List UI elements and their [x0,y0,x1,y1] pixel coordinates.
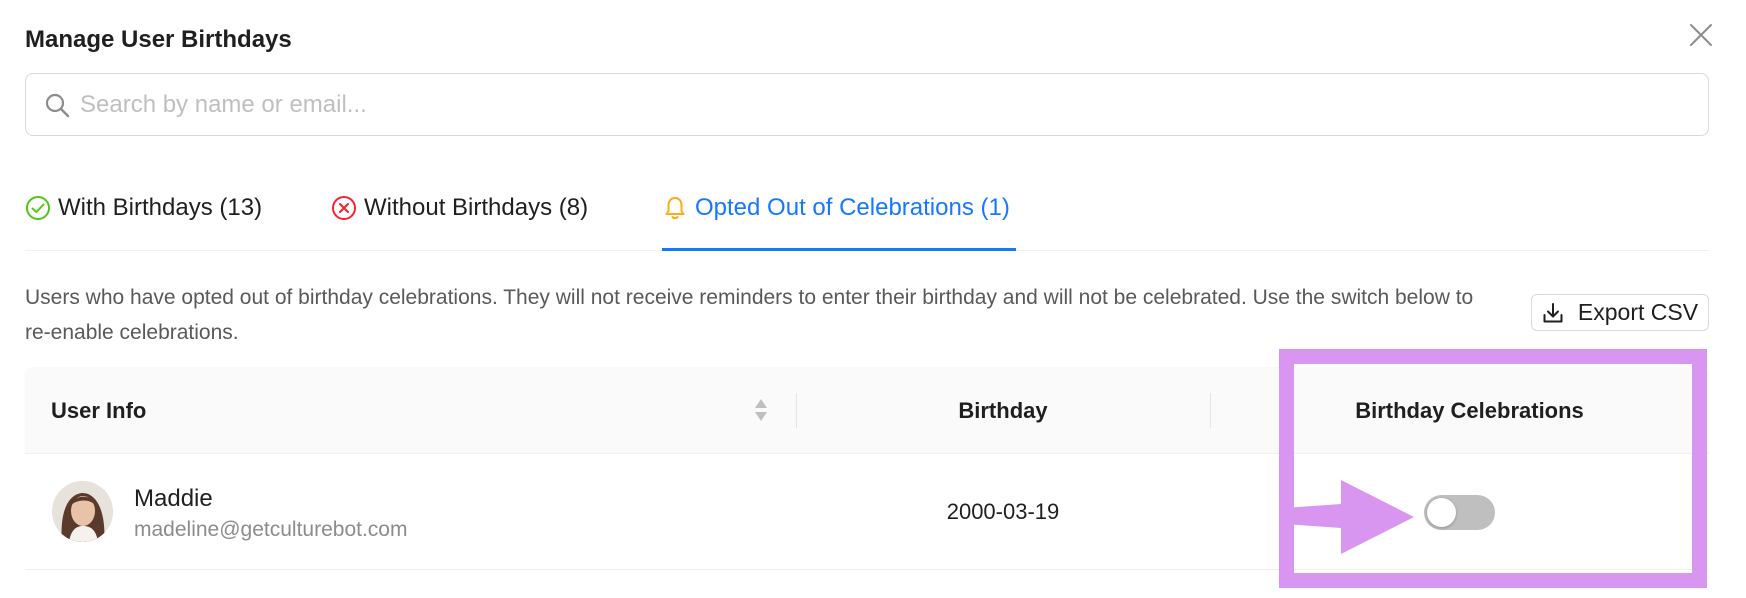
toggle-knob [1427,498,1456,527]
celebrations-toggle[interactable] [1424,495,1495,530]
tab-label: Without Birthdays (8) [364,194,589,221]
column-header-birthday: Birthday [958,397,1048,423]
user-name: Maddie [134,485,213,512]
tab-bar: With Birthdays (13) Without Birthdays (8… [25,180,1709,251]
column-header-user-info[interactable]: User Info [51,367,791,454]
users-table: User Info Birthday Birthday Celebrations… [25,367,1709,570]
close-icon [1690,24,1712,46]
search-icon [45,93,70,117]
check-circle-icon [26,196,50,220]
modal-title: Manage User Birthdays [25,26,292,53]
sort-icon[interactable] [753,397,769,423]
x-circle-icon [332,196,356,220]
tab-label: With Birthdays (13) [58,194,263,221]
tab-label: Opted Out of Celebrations (1) [695,194,1010,221]
close-button[interactable] [1688,22,1714,48]
table-header: User Info Birthday Birthday Celebrations [25,367,1709,454]
tab-description: Users who have opted out of birthday cel… [25,286,1474,344]
search-input[interactable] [80,90,1680,119]
tab-with-birthdays[interactable]: With Birthdays (13) [25,192,262,251]
birthday-value: 2000-03-19 [946,499,1060,524]
tab-without-birthdays[interactable]: Without Birthdays (8) [331,192,588,251]
export-csv-label: Export CSV [1577,299,1699,325]
tab-opted-out[interactable]: Opted Out of Celebrations (1) [662,192,1016,251]
search-box[interactable] [25,73,1709,136]
table-row: Maddie madeline@getculturebot.com 2000-0… [25,454,1709,570]
user-email: madeline@getculturebot.com [134,518,408,541]
bell-icon [665,197,685,220]
column-header-birthday-celebrations: Birthday Celebrations [1355,397,1584,423]
download-icon [1543,302,1563,322]
export-csv-button[interactable]: Export CSV [1531,294,1709,331]
avatar [52,481,113,542]
